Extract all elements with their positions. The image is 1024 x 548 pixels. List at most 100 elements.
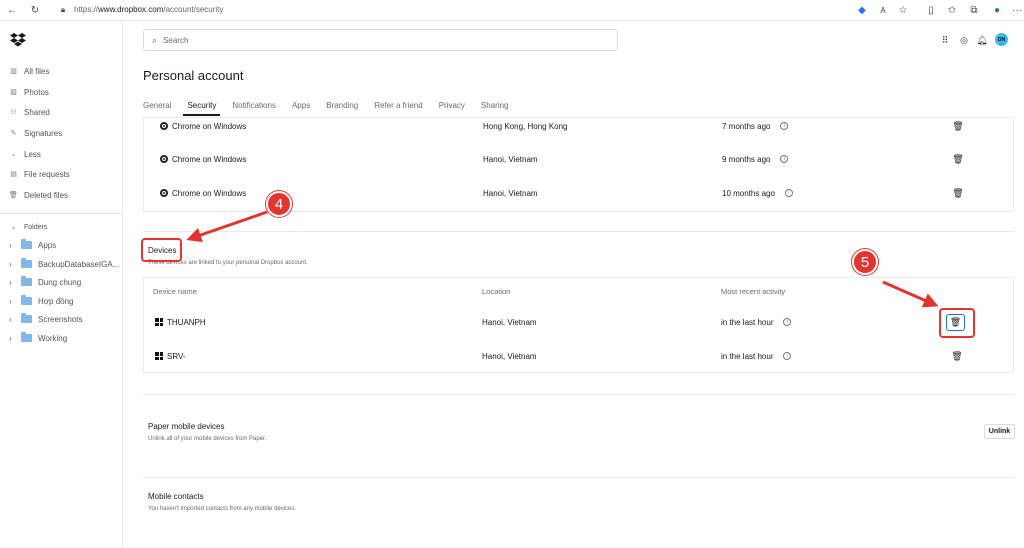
- session-activity-text: 9 months ago: [722, 154, 771, 164]
- tab-apps[interactable]: Apps: [292, 98, 310, 118]
- sidebar-item-shared[interactable]: ⚇ Shared: [9, 105, 49, 119]
- folder-icon: [21, 239, 32, 249]
- folder-label: Working: [38, 333, 68, 343]
- chevron-right-icon[interactable]: ›: [9, 241, 15, 250]
- chevron-right-icon[interactable]: ›: [9, 260, 15, 269]
- arrow-to-devices: [186, 210, 268, 243]
- chrome-icon: [160, 122, 168, 130]
- read-aloud-icon[interactable]: A: [876, 3, 890, 17]
- unlink-button[interactable]: Unlink: [984, 424, 1015, 439]
- chevron-right-icon[interactable]: ›: [9, 297, 15, 306]
- folder-label: BackupDatabaseIGA...: [38, 259, 120, 269]
- folder-item[interactable]: › Dung chung: [9, 275, 81, 289]
- table-row: THUANPH Hanoi, Vietnam in the last hour i: [143, 315, 1014, 329]
- folder-label: Dung chung: [38, 277, 82, 287]
- trash-icon[interactable]: 🗑︎: [952, 153, 963, 165]
- help-icon[interactable]: ◎: [958, 33, 970, 47]
- chrome-icon: [160, 155, 168, 163]
- info-icon[interactable]: i: [783, 318, 792, 326]
- device-activity-text: in the last hour: [721, 351, 774, 361]
- chevron-right-icon[interactable]: ›: [9, 315, 15, 324]
- tab-refer-a-friend[interactable]: Refer a friend: [374, 98, 422, 118]
- collections-icon[interactable]: ⧉: [967, 3, 981, 17]
- paper-devices-description: Unlink all of your mobile devices from P…: [148, 436, 267, 442]
- column-header-activity: Most recent activity: [721, 287, 786, 296]
- folder-item[interactable]: › Hợp đồng: [9, 294, 74, 308]
- search-input[interactable]: ⌕ Search: [143, 29, 618, 51]
- mobile-contacts-heading: Mobile contacts: [148, 492, 204, 501]
- sidebar-item-label: All files: [24, 66, 50, 76]
- folder-item[interactable]: › BackupDatabaseIGA...: [9, 257, 119, 271]
- sidebar-item-deleted-files[interactable]: 🗑︎ Deleted files: [9, 188, 68, 202]
- folders-toggle[interactable]: ⌄ Folders: [9, 220, 48, 234]
- session-name: Chrome on Windows: [160, 152, 246, 166]
- trash-icon: 🗑︎: [9, 192, 18, 199]
- tab-security[interactable]: Security: [183, 98, 221, 118]
- folder-label: Hợp đồng: [38, 296, 74, 306]
- trash-icon[interactable]: 🗑︎: [952, 120, 963, 132]
- shared-icon: ⚇: [10, 109, 17, 116]
- device-location: Hanoi, Vietnam: [482, 351, 537, 361]
- session-name: Chrome on Windows: [160, 119, 246, 133]
- back-icon[interactable]: ←: [5, 3, 19, 17]
- session-activity-text: 7 months ago: [722, 121, 771, 131]
- device-name: SRV-: [155, 349, 186, 363]
- browser-toolbar: ← ↻ 🔒︎ https://www.dropbox.com/account/s…: [0, 0, 1024, 21]
- trash-button-highlight: [939, 308, 975, 338]
- device-activity: in the last hour i: [721, 315, 792, 329]
- folder-label: Screenshots: [38, 314, 83, 324]
- address-bar[interactable]: https://www.dropbox.com/account/security: [74, 5, 223, 14]
- session-name-text: Chrome on Windows: [172, 121, 247, 131]
- page-title: Personal account: [143, 68, 244, 83]
- tag-icon[interactable]: ◆: [855, 3, 869, 17]
- folder-item[interactable]: › Screenshots: [9, 312, 82, 326]
- split-screen-icon[interactable]: ▯: [924, 3, 938, 17]
- info-icon[interactable]: i: [780, 155, 789, 163]
- info-icon[interactable]: i: [784, 189, 793, 197]
- sidebar-item-label: Less: [24, 149, 41, 159]
- tab-privacy[interactable]: Privacy: [439, 98, 465, 118]
- favorite-icon[interactable]: ☆: [896, 3, 910, 17]
- sidebar-item-less[interactable]: ⌄ Less: [9, 147, 41, 161]
- dropbox-logo-icon[interactable]: [10, 33, 26, 47]
- folder-icon: [21, 258, 32, 268]
- trash-icon[interactable]: 🗑︎: [951, 350, 962, 362]
- sidebar-item-all-files[interactable]: ▥ All files: [9, 64, 49, 78]
- signatures-icon: ✎: [10, 130, 17, 137]
- tab-sharing[interactable]: Sharing: [481, 98, 509, 118]
- chevron-right-icon[interactable]: ›: [9, 278, 15, 287]
- section-divider: [143, 477, 1014, 478]
- favorites-bar-icon[interactable]: ✩: [945, 3, 959, 17]
- folder-item[interactable]: › Working: [9, 331, 67, 345]
- session-activity: 7 months ago i: [722, 119, 789, 133]
- folder-icon: [21, 313, 32, 323]
- device-name: THUANPH: [155, 315, 206, 329]
- table-row: Chrome on Windows Hanoi, Vietnam 9 month…: [144, 152, 1013, 166]
- apps-grid-icon[interactable]: ⠿: [939, 33, 951, 47]
- sidebar-item-photos[interactable]: ▨ Photos: [9, 85, 49, 99]
- sidebar-item-signatures[interactable]: ✎ Signatures: [9, 126, 63, 140]
- session-name-text: Chrome on Windows: [172, 188, 247, 198]
- info-icon[interactable]: i: [780, 122, 789, 130]
- tab-general[interactable]: General: [143, 98, 171, 118]
- avatar[interactable]: DN: [995, 33, 1008, 46]
- chevron-right-icon[interactable]: ›: [9, 334, 15, 343]
- bell-icon[interactable]: 🔔︎: [976, 33, 988, 47]
- sidebar-item-label: Deleted files: [24, 190, 69, 200]
- folder-item[interactable]: › Apps: [9, 238, 56, 252]
- section-divider: [143, 231, 1014, 232]
- tab-branding[interactable]: Branding: [326, 98, 358, 118]
- refresh-icon[interactable]: ↻: [28, 3, 42, 17]
- more-icon[interactable]: ···: [1010, 3, 1024, 17]
- lock-icon[interactable]: 🔒︎: [56, 3, 70, 17]
- sidebar-item-file-requests[interactable]: ▤ File requests: [9, 167, 70, 181]
- tab-notifications[interactable]: Notifications: [232, 98, 276, 118]
- session-activity: 9 months ago i: [722, 152, 789, 166]
- session-name: Chrome on Windows: [160, 186, 246, 200]
- trash-icon[interactable]: 🗑︎: [952, 187, 963, 199]
- folder-icon: [21, 295, 32, 305]
- profile-icon[interactable]: ●: [990, 3, 1004, 17]
- session-location: Hong Kong, Hong Kong: [483, 121, 568, 131]
- info-icon[interactable]: i: [783, 352, 792, 360]
- step-badge-5: 5: [852, 249, 878, 275]
